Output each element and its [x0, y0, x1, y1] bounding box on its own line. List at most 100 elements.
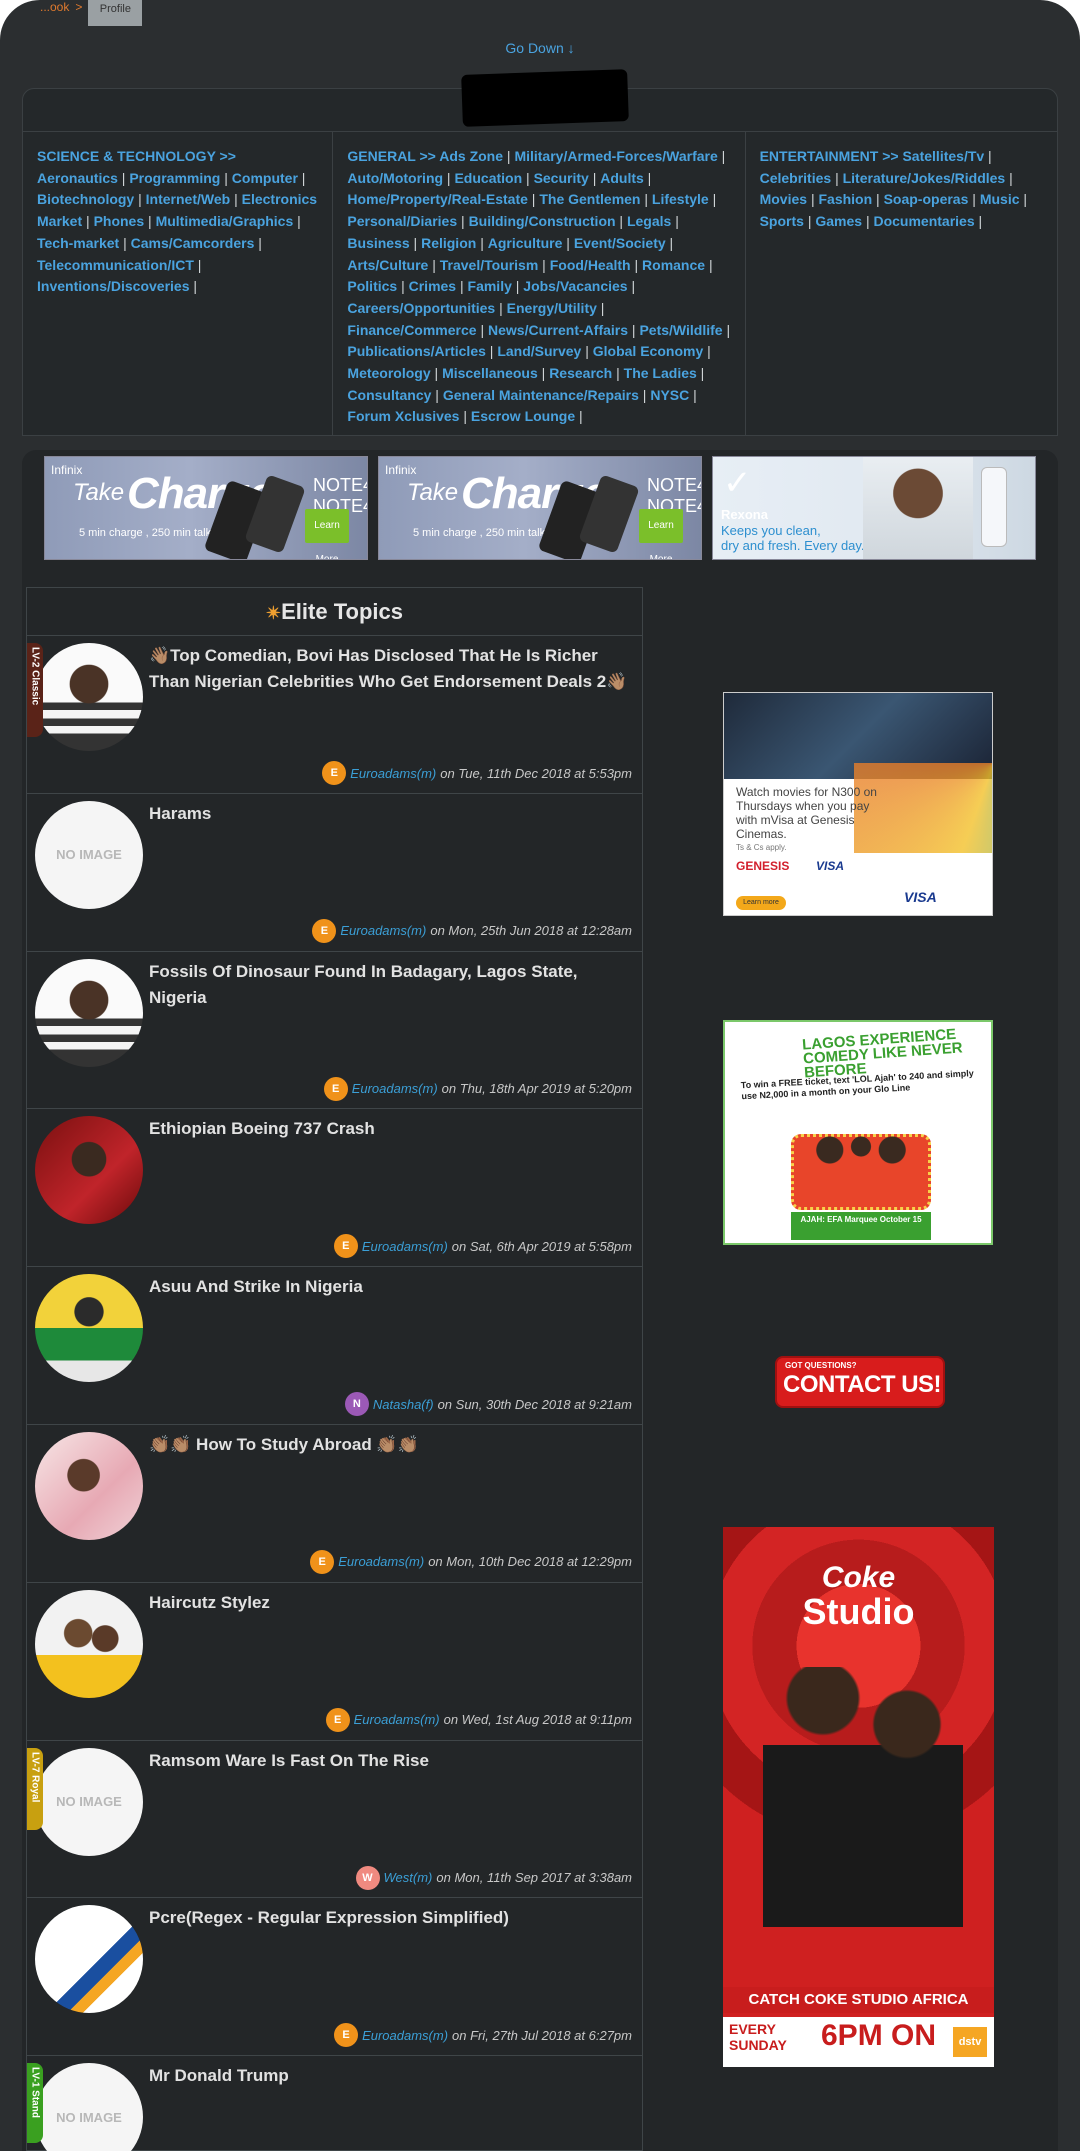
category-link[interactable]: News/Current-Affairs [488, 322, 628, 338]
category-link[interactable]: Programming [129, 170, 220, 186]
category-link[interactable]: Education [454, 170, 522, 186]
category-link[interactable]: Inventions/Discoveries [37, 278, 190, 294]
author-link[interactable]: Euroadams(m) [350, 766, 436, 781]
category-link[interactable]: Business [347, 235, 409, 251]
category-link[interactable]: Fashion [818, 191, 872, 207]
topic-thumbnail[interactable] [35, 1116, 143, 1225]
author-link[interactable]: Euroadams(m) [352, 1081, 438, 1096]
category-link[interactable]: General Maintenance/Repairs [443, 387, 639, 403]
category-link[interactable]: Energy/Utility [507, 300, 597, 316]
category-link[interactable]: Jobs/Vacancies [523, 278, 627, 294]
category-link[interactable]: Arts/Culture [347, 257, 428, 273]
contact-us-button[interactable]: GOT QUESTIONS? CONTACT US! [775, 1356, 945, 1408]
topic-title-link[interactable]: Fossils Of Dinosaur Found In Badagary, L… [149, 959, 630, 1011]
go-down-link[interactable]: Go Down ↓ [0, 40, 1080, 56]
mvisa-ad[interactable]: Watch movies for N300 on Thursdays when … [723, 692, 993, 916]
category-link[interactable]: Internet/Web [146, 191, 231, 207]
category-heading[interactable]: SCIENCE & TECHNOLOGY [37, 148, 216, 164]
category-link[interactable]: Telecommunication/ICT [37, 257, 194, 273]
category-link[interactable]: Auto/Motoring [347, 170, 443, 186]
topic-title-link[interactable]: Ethiopian Boeing 737 Crash [149, 1116, 630, 1142]
topic-title-link[interactable]: Asuu And Strike In Nigeria [149, 1274, 630, 1300]
topic-thumbnail[interactable] [35, 643, 143, 751]
topic-title-link[interactable]: 👋🏽Top Comedian, Bovi Has Disclosed That … [149, 643, 630, 695]
category-link[interactable]: Careers/Opportunities [347, 300, 495, 316]
category-link[interactable]: Security [534, 170, 589, 186]
author-link[interactable]: Natasha(f) [373, 1397, 434, 1412]
category-heading[interactable]: ENTERTAINMENT [760, 148, 879, 164]
category-link[interactable]: Sports [760, 213, 804, 229]
category-link[interactable]: Soap-operas [884, 191, 969, 207]
topic-thumbnail[interactable] [35, 1431, 143, 1540]
category-link[interactable]: Global Economy [593, 343, 703, 359]
category-link[interactable]: Forum Xclusives [347, 408, 459, 424]
topic-title-link[interactable]: 👏🏽👏🏽 How To Study Abroad 👏🏽👏🏽 [149, 1432, 630, 1458]
profile-tab[interactable]: Profile [88, 0, 143, 26]
category-link[interactable]: Celebrities [760, 170, 832, 186]
category-link[interactable]: Satellites/Tv [902, 148, 984, 164]
rexona-ad[interactable]: ✓ Rexona Keeps you clean, dry and fresh. … [712, 456, 1036, 560]
author-link[interactable]: Euroadams(m) [362, 2028, 448, 2043]
category-link[interactable]: Crimes [409, 278, 456, 294]
site-logo[interactable] [461, 69, 629, 127]
category-link[interactable]: Family [468, 278, 512, 294]
category-link[interactable]: Multimedia/Graphics [156, 213, 294, 229]
learn-more-button[interactable]: Learn More [305, 509, 349, 559]
category-link[interactable]: Finance/Commerce [347, 322, 476, 338]
category-link[interactable]: The Gentlemen [539, 191, 640, 207]
author-link[interactable]: Euroadams(m) [340, 923, 426, 938]
topic-thumbnail[interactable] [35, 1274, 143, 1383]
category-link[interactable]: Military/Armed-Forces/Warfare [514, 148, 717, 164]
author-link[interactable]: Euroadams(m) [362, 1239, 448, 1254]
infinix-ad-1[interactable]: Infinix Take Charge 5 min charge , 250 m… [44, 456, 368, 560]
category-link[interactable]: Music [980, 191, 1020, 207]
category-link[interactable]: Lifestyle [652, 191, 709, 207]
topic-thumbnail[interactable]: NO IMAGE [35, 2063, 143, 2151]
topic-thumbnail[interactable]: NO IMAGE [35, 800, 143, 909]
category-heading[interactable]: GENERAL [347, 148, 415, 164]
category-link[interactable]: Cams/Camcorders [131, 235, 255, 251]
category-link[interactable]: Consultancy [347, 387, 431, 403]
category-link[interactable]: Land/Survey [497, 343, 581, 359]
category-link[interactable]: Agriculture [488, 235, 563, 251]
topic-thumbnail[interactable] [35, 1589, 143, 1698]
learn-more-button[interactable]: Learn more [736, 896, 786, 910]
category-link[interactable]: Meteorology [347, 365, 430, 381]
category-link[interactable]: The Ladies [624, 365, 697, 381]
comedy-ad[interactable]: LAGOS EXPERIENCE COMEDY LIKE NEVER BEFOR… [723, 1020, 993, 1245]
infinix-ad-2[interactable]: Infinix Take Charge 5 min charge , 250 m… [378, 456, 702, 560]
author-link[interactable]: West(m) [384, 1870, 433, 1885]
category-link[interactable]: Publications/Articles [347, 343, 485, 359]
category-link[interactable]: Escrow Lounge [471, 408, 575, 424]
category-link[interactable]: Games [815, 213, 862, 229]
category-link[interactable]: Movies [760, 191, 807, 207]
topic-thumbnail[interactable] [35, 958, 143, 1067]
category-link[interactable]: Personal/Diaries [347, 213, 457, 229]
topic-title-link[interactable]: Harams [149, 801, 630, 827]
category-link[interactable]: Research [549, 365, 612, 381]
category-link[interactable]: Building/Construction [469, 213, 616, 229]
topic-title-link[interactable]: Pcre(Regex - Regular Expression Simplifi… [149, 1905, 630, 1931]
category-link[interactable]: Miscellaneous [442, 365, 538, 381]
learn-more-button[interactable]: Learn More [639, 509, 683, 559]
category-link[interactable]: Religion [421, 235, 476, 251]
category-link[interactable]: Event/Society [574, 235, 666, 251]
category-link[interactable]: Biotechnology [37, 191, 134, 207]
author-link[interactable]: Euroadams(m) [338, 1554, 424, 1569]
category-link[interactable]: Pets/Wildlife [639, 322, 722, 338]
category-link[interactable]: NYSC [650, 387, 689, 403]
topic-thumbnail[interactable]: NO IMAGE [35, 1747, 143, 1856]
coke-studio-ad[interactable]: Coke Studio CATCH COKE STUDIO AFRICA EVE… [723, 1527, 994, 2067]
topic-thumbnail[interactable] [35, 1905, 143, 2014]
author-link[interactable]: Euroadams(m) [354, 1712, 440, 1727]
category-link[interactable]: Legals [627, 213, 671, 229]
category-link[interactable]: Travel/Tourism [440, 257, 539, 273]
category-link[interactable]: Computer [232, 170, 298, 186]
topic-title-link[interactable]: Haircutz Stylez [149, 1590, 630, 1616]
category-link[interactable]: Adults [600, 170, 644, 186]
category-link[interactable]: Politics [347, 278, 397, 294]
category-link[interactable]: Documentaries [873, 213, 974, 229]
category-link[interactable]: Aeronautics [37, 170, 118, 186]
topic-title-link[interactable]: Ramsom Ware Is Fast On The Rise [149, 1748, 630, 1774]
category-link[interactable]: Tech-market [37, 235, 119, 251]
